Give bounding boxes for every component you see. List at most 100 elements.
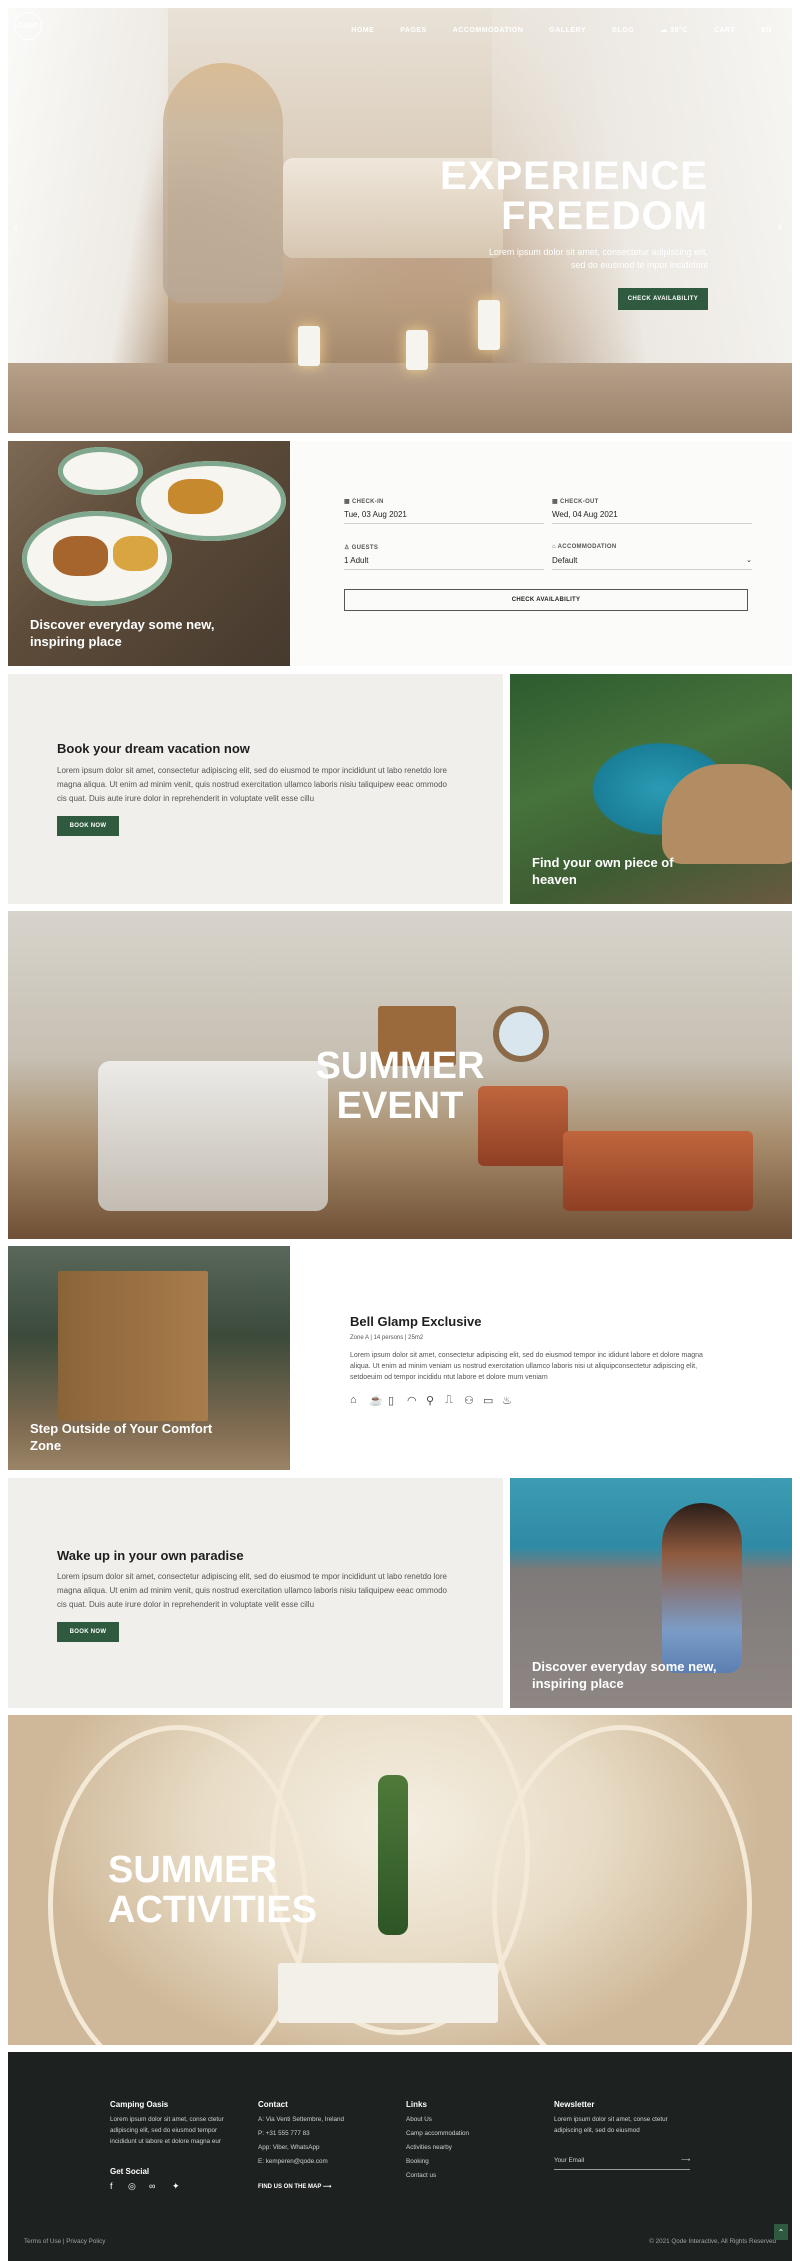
hanger-icon: ⚲: [426, 1395, 435, 1407]
twitter-icon[interactable]: ✦: [172, 2181, 180, 2192]
hero-check-availability-button[interactable]: CHECK AVAILABILITY: [618, 288, 708, 310]
guests-select[interactable]: 1 Adult: [344, 556, 544, 570]
nav-lang[interactable]: EN: [761, 27, 772, 34]
exclusive-panel: Bell Glamp Exclusive Zone A | 14 persons…: [290, 1246, 792, 1470]
footer-map-link[interactable]: FIND US ON THE MAP ⟶: [258, 2183, 332, 2190]
weather-temp: 30°C: [670, 27, 688, 34]
chevron-down-icon: ⌄: [746, 557, 752, 564]
tv-icon: ▭: [483, 1395, 494, 1407]
footer-links-title: Links: [406, 2100, 427, 2109]
nav-item-accommodation[interactable]: ACCOMMODATION: [453, 27, 524, 34]
booking-check-availability-button[interactable]: CHECK AVAILABILITY: [344, 589, 748, 611]
dome-arch: [492, 1725, 752, 2045]
summer-event-banner: SUMMER EVENT: [8, 911, 792, 1239]
dream-book-now-button[interactable]: BOOK NOW: [57, 816, 119, 836]
cabin-caption: Step Outside of Your Comfort Zone: [30, 1421, 213, 1453]
candle-image: [298, 326, 320, 366]
accommodation-label: ⌂ ACCOMMODATION: [552, 544, 617, 550]
food-image: [113, 536, 158, 571]
wifi-icon: ◠: [407, 1395, 417, 1407]
guests-label: ♙ GUESTS: [344, 545, 379, 551]
dream-text: Lorem ipsum dolor sit amet, consectetur …: [57, 766, 447, 803]
plant-image: [378, 1775, 408, 1935]
coffee-icon: ☕: [369, 1395, 383, 1407]
instagram-icon[interactable]: ◎: [128, 2181, 136, 2192]
accommodation-select[interactable]: Default ⌄: [552, 556, 752, 570]
candle-image: [478, 300, 500, 350]
summer-event-line1: SUMMER: [315, 1045, 485, 1087]
footer-brand-text: Lorem ipsum dolor sit amet, conse ctetur…: [110, 2116, 224, 2145]
exclusive-title[interactable]: Bell Glamp Exclusive: [350, 1314, 482, 1329]
woman-image: [662, 1503, 742, 1673]
hero-person-image: [163, 63, 283, 303]
slider-prev-icon[interactable]: ‹: [14, 218, 19, 234]
cabin-image: Step Outside of Your Comfort Zone: [8, 1246, 290, 1470]
booking-form: ▦ CHECK-IN Tue, 03 Aug 2021 ▦ CHECK-OUT …: [290, 441, 792, 666]
tent-window-image: [493, 1006, 549, 1062]
contact-address: A: Via Venti Settembre, Ireland: [258, 2116, 344, 2123]
hero-title-line2: FREEDOM: [501, 194, 708, 238]
food-image: [168, 479, 223, 514]
hero-title: EXPERIENCE FREEDOM: [440, 156, 708, 236]
main-nav: HOME PAGES ACCOMMODATION GALLERY BLOG ☁ …: [8, 8, 792, 52]
contact-email[interactable]: E: kemperen@qode.com: [258, 2158, 328, 2165]
footer-contact-title: Contact: [258, 2100, 288, 2109]
site-footer: Camping Oasis Lorem ipsum dolor sit amet…: [8, 2052, 792, 2261]
footer-link-about[interactable]: About Us: [406, 2116, 432, 2123]
footer-link-camp[interactable]: Camp accommodation: [406, 2130, 469, 2137]
lounger-image: [563, 1131, 753, 1211]
newsletter-email-input[interactable]: Your Email ⟶: [554, 2157, 690, 2170]
exclusive-text: Lorem ipsum dolor sit amet, consectetur …: [350, 1352, 703, 1381]
summer-activities-title: SUMMER ACTIVITIES: [108, 1850, 368, 1930]
tripadvisor-icon[interactable]: ∞: [149, 2181, 155, 2191]
checkout-field[interactable]: Wed, 04 Aug 2021: [552, 510, 752, 524]
hero-slider: CAMP HOME PAGES ACCOMMODATION GALLERY BL…: [8, 8, 792, 433]
wooden-cabin-image: [58, 1271, 208, 1421]
dream-title: Book your dream vacation now: [57, 741, 250, 756]
pool-caption: Find your own piece of heaven: [532, 855, 674, 887]
footer-link-booking[interactable]: Booking: [406, 2158, 429, 2165]
candle-image: [406, 330, 428, 370]
paradise-book-now-button[interactable]: BOOK NOW: [57, 1622, 119, 1642]
checkin-field[interactable]: Tue, 03 Aug 2021: [344, 510, 544, 524]
tent-bed-image: [98, 1061, 328, 1211]
slider-next-icon[interactable]: ›: [777, 218, 782, 234]
parking-icon: ⎍: [445, 1394, 453, 1406]
checkin-label: ▦ CHECK-IN: [344, 499, 384, 505]
nav-cart[interactable]: CART: [714, 27, 735, 34]
nav-item-pages[interactable]: PAGES: [400, 27, 427, 34]
hut-roof-image: [662, 764, 792, 864]
footer-link-contact[interactable]: Contact us: [406, 2172, 436, 2179]
table-image: [278, 1963, 498, 2023]
nav-item-gallery[interactable]: GALLERY: [549, 27, 586, 34]
food-image: [53, 536, 108, 576]
summer-activities-banner: SUMMER ACTIVITIES: [8, 1715, 792, 2045]
footer-newsletter-text: Lorem ipsum dolor sit amet, conse ctetur…: [554, 2116, 668, 2134]
summer-event-line2: EVENT: [336, 1085, 464, 1127]
facebook-icon[interactable]: f: [110, 2181, 113, 2191]
back-to-top-icon[interactable]: ⌃: [774, 2224, 788, 2240]
footer-legal-links[interactable]: Terms of Use | Privacy Policy: [24, 2238, 105, 2245]
exclusive-meta: Zone A | 14 persons | 25m2: [350, 1335, 424, 1341]
summer-activities-line2: ACTIVITIES: [108, 1889, 318, 1931]
summer-activities-line1: SUMMER: [108, 1849, 277, 1891]
food-image: Discover everyday some new, inspiring pl…: [8, 441, 290, 666]
paradise-panel: Wake up in your own paradise Lorem ipsum…: [8, 1478, 503, 1708]
footer-newsletter-title: Newsletter: [554, 2100, 595, 2109]
footer-link-activities[interactable]: Activities nearby: [406, 2144, 452, 2151]
contact-phone[interactable]: P: +31 555 777 83: [258, 2130, 310, 2137]
contact-app: App: Viber, WhatsApp: [258, 2144, 320, 2151]
summer-event-title: SUMMER EVENT: [300, 1046, 500, 1126]
submit-arrow-icon[interactable]: ⟶: [681, 2157, 690, 2164]
hero-title-line1: EXPERIENCE: [440, 154, 708, 198]
bed-icon: ⌂: [350, 1394, 357, 1406]
bike-icon: ⚇: [464, 1395, 474, 1407]
nav-item-home[interactable]: HOME: [351, 27, 374, 34]
dream-vacation-panel: Book your dream vacation now Lorem ipsum…: [8, 674, 503, 904]
nav-item-blog[interactable]: BLOG: [612, 27, 634, 34]
pool-image: Find your own piece of heaven: [510, 674, 792, 904]
footer-social-title: Get Social: [110, 2167, 150, 2176]
footer-copyright: © 2021 Qode Interactive, All Rights Rese…: [649, 2238, 776, 2245]
plate-image: [58, 447, 143, 495]
weather-widget: ☁ 30°C: [660, 27, 688, 34]
